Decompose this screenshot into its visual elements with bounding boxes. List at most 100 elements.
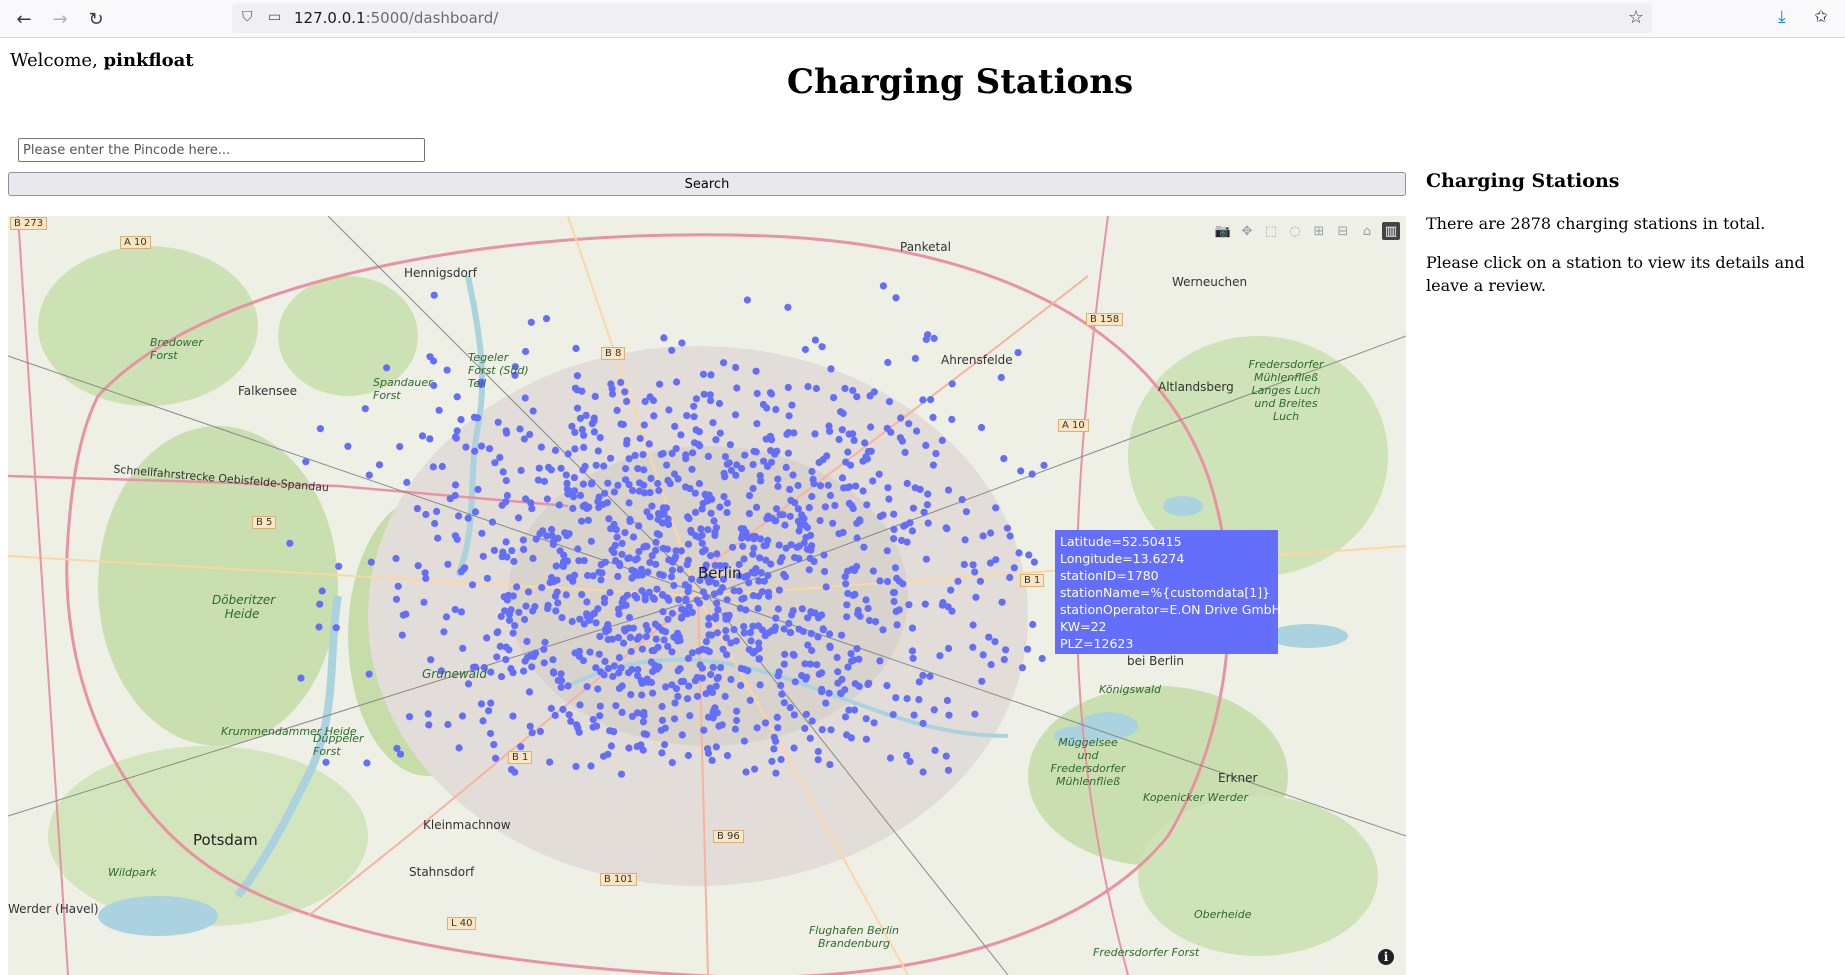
station-marker[interactable] xyxy=(786,485,794,493)
station-marker[interactable] xyxy=(568,617,576,626)
station-marker[interactable] xyxy=(722,626,730,635)
station-marker[interactable] xyxy=(844,589,852,598)
station-marker[interactable] xyxy=(662,683,670,691)
station-marker[interactable] xyxy=(773,713,781,721)
station-marker[interactable] xyxy=(595,503,603,512)
station-marker[interactable] xyxy=(649,594,657,602)
station-marker[interactable] xyxy=(1028,470,1036,478)
station-marker[interactable] xyxy=(908,647,917,655)
station-marker[interactable] xyxy=(499,468,507,476)
station-marker[interactable] xyxy=(710,517,718,525)
station-marker[interactable] xyxy=(588,420,596,428)
station-marker[interactable] xyxy=(615,654,624,662)
station-marker[interactable] xyxy=(886,754,895,762)
station-marker[interactable] xyxy=(892,694,900,702)
station-marker[interactable] xyxy=(544,604,552,613)
station-marker[interactable] xyxy=(713,550,721,558)
station-marker[interactable] xyxy=(666,480,674,488)
station-marker[interactable] xyxy=(806,734,814,742)
station-marker[interactable] xyxy=(790,744,798,752)
station-marker[interactable] xyxy=(763,515,771,523)
station-marker[interactable] xyxy=(675,596,683,604)
station-marker[interactable] xyxy=(664,515,672,523)
station-marker[interactable] xyxy=(707,397,715,405)
station-marker[interactable] xyxy=(850,436,858,444)
station-marker[interactable] xyxy=(720,359,728,367)
station-marker[interactable] xyxy=(619,639,628,647)
station-marker[interactable] xyxy=(742,606,750,614)
station-marker[interactable] xyxy=(403,478,411,486)
station-marker[interactable] xyxy=(396,443,404,451)
station-marker[interactable] xyxy=(521,657,529,665)
station-marker[interactable] xyxy=(740,623,748,631)
station-marker[interactable] xyxy=(332,624,340,632)
station-marker[interactable] xyxy=(766,389,775,397)
station-marker[interactable] xyxy=(606,588,614,597)
station-marker[interactable] xyxy=(690,413,698,421)
station-marker[interactable] xyxy=(853,534,861,542)
station-marker[interactable] xyxy=(576,491,585,499)
station-marker[interactable] xyxy=(398,631,406,639)
station-marker[interactable] xyxy=(549,540,558,548)
reload-icon[interactable]: ↻ xyxy=(84,7,108,31)
station-marker[interactable] xyxy=(766,432,775,440)
station-marker[interactable] xyxy=(784,303,792,311)
station-marker[interactable] xyxy=(856,517,864,525)
station-marker[interactable] xyxy=(915,696,923,704)
station-marker[interactable] xyxy=(668,346,676,354)
station-marker[interactable] xyxy=(919,719,927,727)
station-marker[interactable] xyxy=(613,533,621,541)
station-marker[interactable] xyxy=(695,647,703,655)
station-marker[interactable] xyxy=(772,405,780,414)
station-marker[interactable] xyxy=(492,754,500,762)
station-marker[interactable] xyxy=(704,745,712,753)
station-marker[interactable] xyxy=(788,401,796,409)
station-marker[interactable] xyxy=(363,759,371,767)
station-marker[interactable] xyxy=(474,485,482,493)
station-marker[interactable] xyxy=(969,561,977,569)
station-marker[interactable] xyxy=(686,712,694,720)
station-marker[interactable] xyxy=(931,746,939,755)
station-marker[interactable] xyxy=(883,577,892,586)
station-marker[interactable] xyxy=(688,465,696,473)
station-marker[interactable] xyxy=(699,499,707,508)
station-marker[interactable] xyxy=(546,578,554,587)
station-marker[interactable] xyxy=(708,631,716,639)
station-marker[interactable] xyxy=(478,529,486,537)
lasso-icon[interactable]: ◌ xyxy=(1286,222,1304,240)
station-marker[interactable] xyxy=(639,451,647,459)
station-marker[interactable] xyxy=(843,731,851,739)
station-marker[interactable] xyxy=(732,471,740,479)
station-marker[interactable] xyxy=(759,400,768,409)
station-marker[interactable] xyxy=(607,742,616,750)
station-marker[interactable] xyxy=(464,514,472,522)
station-marker[interactable] xyxy=(747,637,755,645)
station-marker[interactable] xyxy=(597,561,605,569)
station-marker[interactable] xyxy=(569,504,577,512)
station-marker[interactable] xyxy=(535,464,543,472)
station-marker[interactable] xyxy=(576,701,584,709)
station-marker[interactable] xyxy=(610,488,619,496)
station-marker[interactable] xyxy=(664,615,672,623)
station-marker[interactable] xyxy=(392,554,400,563)
station-marker[interactable] xyxy=(998,598,1006,606)
station-marker[interactable] xyxy=(992,504,1000,512)
station-marker[interactable] xyxy=(687,528,696,536)
station-marker[interactable] xyxy=(807,630,815,638)
station-marker[interactable] xyxy=(606,727,614,735)
station-marker[interactable] xyxy=(969,621,977,629)
station-marker[interactable] xyxy=(755,639,763,647)
station-marker[interactable] xyxy=(549,656,557,664)
station-marker[interactable] xyxy=(619,595,627,603)
station-marker[interactable] xyxy=(775,541,783,549)
station-marker[interactable] xyxy=(648,502,656,510)
station-marker[interactable] xyxy=(756,681,764,689)
station-marker[interactable] xyxy=(890,525,898,533)
station-marker[interactable] xyxy=(682,451,690,459)
station-marker[interactable] xyxy=(691,489,699,497)
station-marker[interactable] xyxy=(558,614,566,622)
station-marker[interactable] xyxy=(879,626,887,634)
station-marker[interactable] xyxy=(790,651,798,659)
station-marker[interactable] xyxy=(804,641,812,649)
station-marker[interactable] xyxy=(592,461,600,469)
